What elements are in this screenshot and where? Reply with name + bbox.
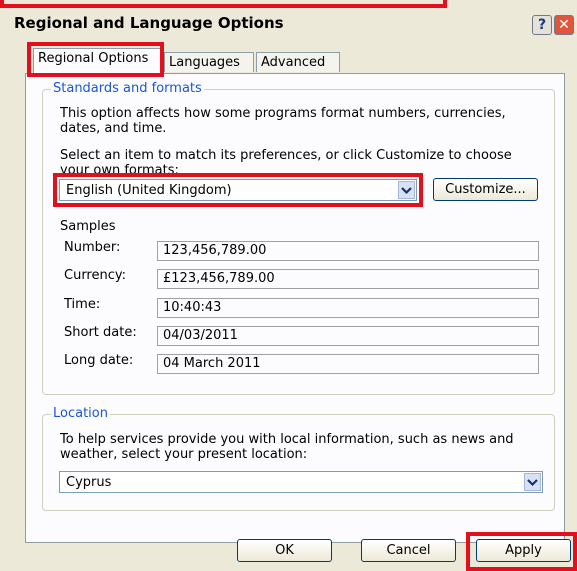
tab-label: Regional Options xyxy=(38,51,149,66)
help-icon: ? xyxy=(537,17,547,33)
standards-description-2: dates, and time. xyxy=(60,121,167,136)
cancel-label: Cancel xyxy=(386,543,431,558)
tab-label: Advanced xyxy=(261,55,326,70)
close-icon: ✕ xyxy=(558,17,570,33)
sample-value-long-date: 04 March 2011 xyxy=(157,354,539,374)
location-group: Location xyxy=(42,406,555,511)
window-title: Regional and Language Options xyxy=(14,14,284,32)
tab-label: Languages xyxy=(169,55,240,70)
locale-value: English (United Kingdom) xyxy=(66,183,232,198)
tab-advanced[interactable]: Advanced xyxy=(256,52,340,72)
location-description-2: weather, select your present location: xyxy=(60,447,308,462)
chevron-down-icon[interactable] xyxy=(524,473,541,491)
tab-languages[interactable]: Languages xyxy=(164,52,254,72)
help-button[interactable]: ? xyxy=(532,15,552,35)
ok-label: OK xyxy=(275,543,294,558)
sample-label-currency: Currency: xyxy=(64,268,127,283)
locale-select[interactable]: English (United Kingdom) xyxy=(59,179,417,201)
tab-regional-options[interactable]: Regional Options xyxy=(33,48,161,73)
location-legend: Location xyxy=(51,406,110,421)
sample-value-time: 10:40:43 xyxy=(157,298,539,318)
sample-value-number: 123,456,789.00 xyxy=(157,241,539,261)
apply-label: Apply xyxy=(505,543,542,558)
customize-label: Customize... xyxy=(445,182,526,197)
close-button[interactable]: ✕ xyxy=(554,15,574,35)
standards-instruction: Select an item to match its preferences,… xyxy=(60,148,512,163)
location-description: To help services provide you with local … xyxy=(60,432,514,447)
sample-label-number: Number: xyxy=(64,240,121,255)
title-bar: Regional and Language Options ? ✕ xyxy=(0,0,577,38)
chevron-down-icon[interactable] xyxy=(398,181,415,199)
location-select[interactable]: Cyprus xyxy=(59,471,543,493)
ok-button[interactable]: OK xyxy=(237,539,332,562)
sample-label-short-date: Short date: xyxy=(64,325,137,340)
standards-description: This option affects how some programs fo… xyxy=(60,106,506,121)
samples-heading: Samples xyxy=(60,219,116,234)
apply-button[interactable]: Apply xyxy=(476,539,571,562)
customize-button[interactable]: Customize... xyxy=(433,178,538,201)
location-value: Cyprus xyxy=(66,475,112,490)
cancel-button[interactable]: Cancel xyxy=(361,539,456,562)
sample-label-time: Time: xyxy=(64,297,101,312)
standards-legend: Standards and formats xyxy=(51,81,204,96)
sample-value-currency: £123,456,789.00 xyxy=(157,269,539,289)
sample-label-long-date: Long date: xyxy=(64,353,134,368)
standards-instruction-2: your own formats: xyxy=(60,163,179,174)
sample-value-short-date: 04/03/2011 xyxy=(157,326,539,346)
